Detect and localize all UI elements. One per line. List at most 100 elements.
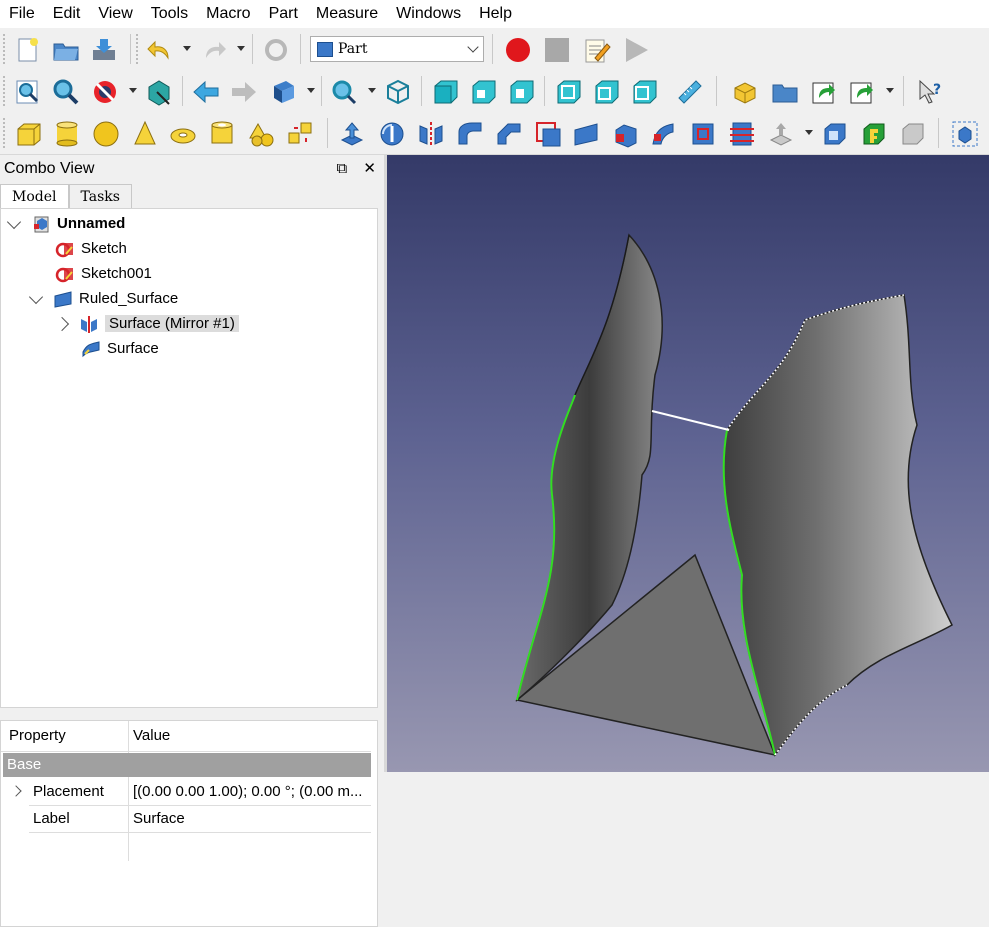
cylinder-icon[interactable] <box>53 120 81 148</box>
group-icon[interactable] <box>771 78 799 106</box>
back-icon[interactable] <box>192 78 220 106</box>
workbench-selector[interactable]: Part <box>310 36 484 62</box>
primitives-icon[interactable] <box>247 120 275 148</box>
run-macro-icon[interactable] <box>622 36 650 64</box>
float-panel-icon[interactable]: ⧉ <box>337 160 348 177</box>
tree-item-unnamed[interactable]: Unnamed <box>6 211 125 236</box>
property-header: Property Value <box>1 721 371 752</box>
thickness-icon[interactable] <box>821 120 849 148</box>
sync-view-dropdown-arrow[interactable] <box>307 88 315 93</box>
link-actions-dropdown-arrow[interactable] <box>886 88 894 93</box>
value-column-header[interactable]: Value <box>133 721 170 751</box>
stop-macro-icon[interactable] <box>543 36 571 64</box>
fillet-icon[interactable] <box>456 120 484 148</box>
tab-model[interactable]: Model <box>0 184 69 208</box>
cone-icon[interactable] <box>131 120 159 148</box>
color-per-face-icon[interactable] <box>899 120 927 148</box>
offset-dropdown-arrow[interactable] <box>805 130 813 135</box>
right-view-icon[interactable] <box>507 78 535 106</box>
torus-icon[interactable] <box>169 120 197 148</box>
link-icon[interactable] <box>810 78 838 106</box>
menu-help[interactable]: Help <box>470 0 521 28</box>
box-icon[interactable] <box>15 120 43 148</box>
edit-macro-icon[interactable] <box>583 36 611 64</box>
tree-item-surface-mirror[interactable]: Surface (Mirror #1) <box>54 311 239 336</box>
mirror-icon[interactable] <box>417 120 445 148</box>
redo-dropdown-arrow[interactable] <box>237 46 245 51</box>
sphere-icon[interactable] <box>92 120 120 148</box>
undo-icon[interactable] <box>146 36 174 64</box>
save-icon[interactable] <box>90 36 118 64</box>
bottom-view-icon[interactable] <box>592 78 620 106</box>
combo-view-title: Combo View <box>4 160 95 177</box>
measure-distance-icon[interactable] <box>676 78 704 106</box>
sync-view-icon[interactable] <box>268 78 296 106</box>
chevron-down-icon[interactable] <box>28 289 44 304</box>
chevron-right-icon[interactable] <box>54 316 70 331</box>
std-views-dropdown-arrow[interactable] <box>368 88 376 93</box>
property-row-label[interactable]: Label Surface <box>29 806 371 833</box>
tube-icon[interactable] <box>208 120 236 148</box>
box-selection-icon[interactable] <box>951 120 979 148</box>
offset-icon[interactable] <box>767 120 795 148</box>
refresh-icon[interactable] <box>262 36 290 64</box>
front-view-icon[interactable] <box>431 78 459 106</box>
property-column-header[interactable]: Property <box>9 721 66 751</box>
tree-item-sketch[interactable]: Sketch <box>55 236 127 261</box>
make-face-icon[interactable] <box>534 120 562 148</box>
isometric-icon[interactable] <box>384 78 412 106</box>
chevron-down-icon[interactable] <box>6 214 22 229</box>
toolbar-handle[interactable] <box>3 76 8 106</box>
whats-this-icon[interactable]: ? <box>916 78 944 106</box>
fit-selection-icon[interactable] <box>52 78 80 106</box>
tree-item-surface[interactable]: Surface <box>81 336 159 361</box>
toolbar-handle[interactable] <box>136 34 141 64</box>
menu-windows[interactable]: Windows <box>387 0 470 28</box>
link-actions-icon[interactable] <box>848 78 876 106</box>
toolbar-handle[interactable] <box>3 34 8 64</box>
3d-viewport[interactable] <box>387 155 989 772</box>
top-view-icon[interactable] <box>469 78 497 106</box>
record-macro-icon[interactable] <box>504 36 532 64</box>
open-icon[interactable] <box>52 36 80 64</box>
cross-sections-icon[interactable] <box>728 120 756 148</box>
forward-icon[interactable] <box>230 78 258 106</box>
menu-file[interactable]: File <box>0 0 44 28</box>
draw-style-dropdown-arrow[interactable] <box>129 88 137 93</box>
shape-builder-icon[interactable] <box>286 120 314 148</box>
sweep-icon[interactable] <box>650 120 678 148</box>
property-value[interactable]: Surface <box>133 806 185 832</box>
undo-dropdown-arrow[interactable] <box>183 46 191 51</box>
redo-icon[interactable] <box>200 36 228 64</box>
extrude-icon[interactable] <box>338 120 366 148</box>
draw-style-icon[interactable] <box>91 78 119 106</box>
property-group-base[interactable]: Base <box>3 753 371 777</box>
close-icon[interactable]: ✕ <box>363 160 376 177</box>
property-row-placement[interactable]: Placement [(0.00 0.00 1.00); 0.00 °; (0.… <box>29 779 371 806</box>
menu-measure[interactable]: Measure <box>307 0 387 28</box>
part-icon[interactable] <box>731 78 759 106</box>
new-document-icon[interactable] <box>14 36 42 64</box>
projection-icon[interactable] <box>860 120 888 148</box>
revolve-icon[interactable] <box>378 120 406 148</box>
std-views-icon[interactable] <box>330 78 358 106</box>
ruled-surface-icon[interactable] <box>572 120 600 148</box>
bounding-box-icon[interactable] <box>145 78 173 106</box>
menu-view[interactable]: View <box>89 0 141 28</box>
section-icon[interactable] <box>689 120 717 148</box>
menu-edit[interactable]: Edit <box>44 0 90 28</box>
loft-icon[interactable] <box>612 120 640 148</box>
tree-item-sketch001[interactable]: Sketch001 <box>55 261 152 286</box>
toolbar-handle[interactable] <box>3 118 8 148</box>
chevron-right-icon[interactable] <box>10 785 22 797</box>
menu-part[interactable]: Part <box>260 0 307 28</box>
chamfer-icon[interactable] <box>495 120 523 148</box>
left-view-icon[interactable] <box>630 78 658 106</box>
menu-macro[interactable]: Macro <box>197 0 259 28</box>
tree-item-ruled-surface[interactable]: Ruled_Surface <box>28 286 178 311</box>
rear-view-icon[interactable] <box>554 78 582 106</box>
fit-all-icon[interactable] <box>14 78 42 106</box>
property-value[interactable]: [(0.00 0.00 1.00); 0.00 °; (0.00 m... <box>133 779 369 805</box>
tab-tasks[interactable]: Tasks <box>68 184 132 208</box>
menu-tools[interactable]: Tools <box>142 0 197 28</box>
